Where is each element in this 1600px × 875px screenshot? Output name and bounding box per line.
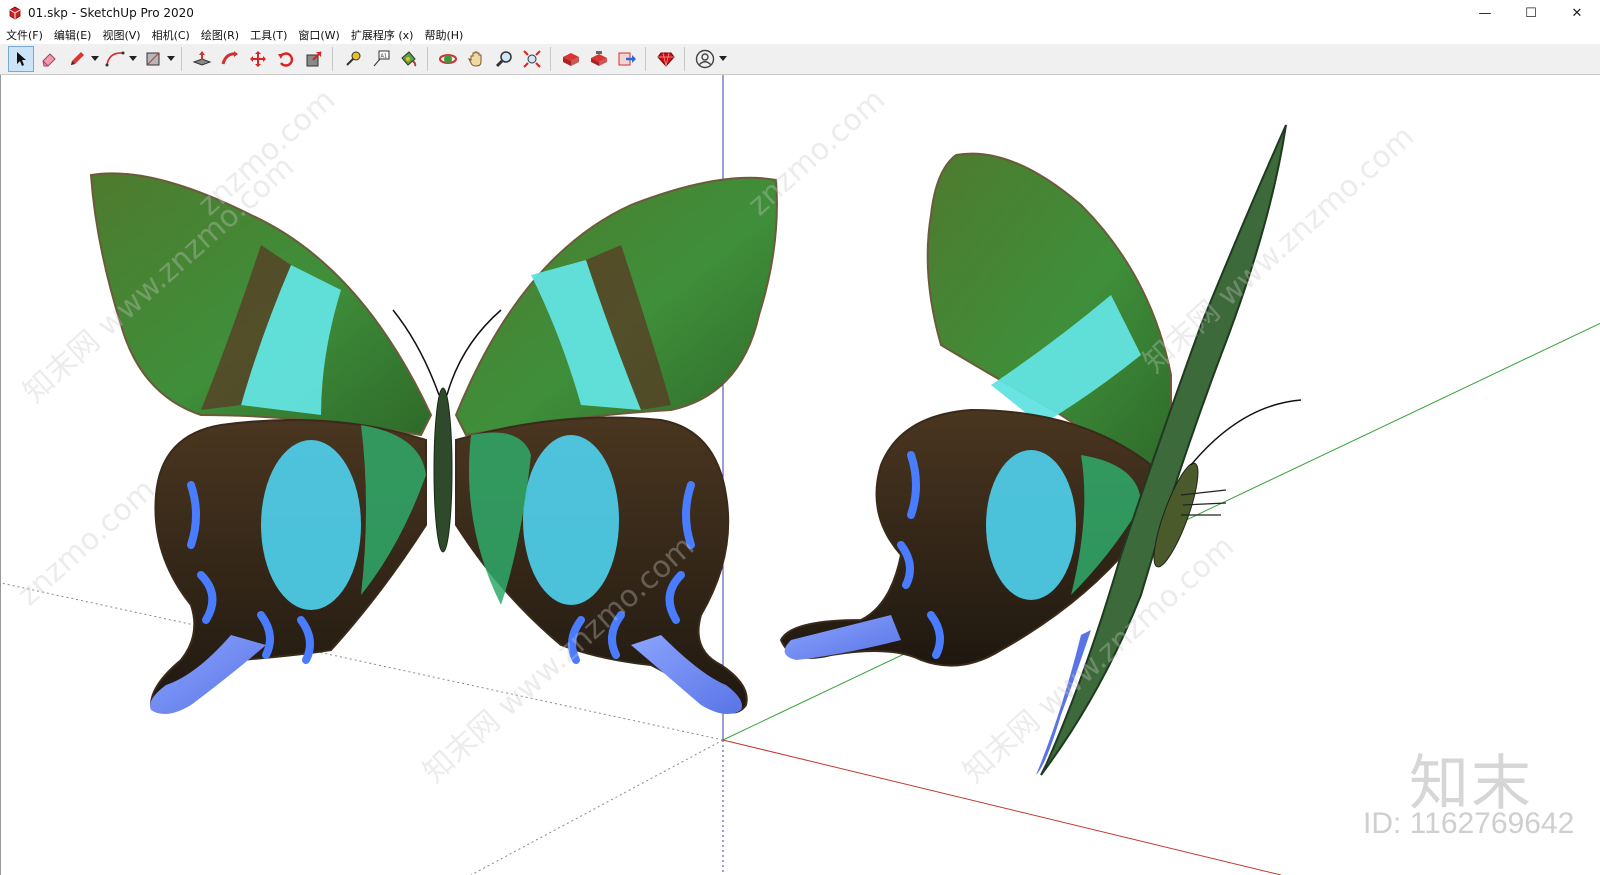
text-tool-button[interactable]: A1 [368,46,394,72]
rectangle-dropdown[interactable] [166,46,176,72]
text-icon: A1 [373,50,390,67]
menu-tools[interactable]: 工具(T) [244,27,292,43]
select-icon [17,52,26,66]
chevron-down-icon [91,56,99,61]
zoom-extents-icon [523,50,541,68]
modeling-viewport[interactable]: 知末网 www.znzmo.com znzmo.com 知末网 www.znzm… [0,75,1600,875]
account-icon [695,49,715,69]
orbit-tool-button[interactable] [435,46,461,72]
toolbar-divider [427,47,428,71]
title-bar: 01.skp - SketchUp Pro 2020 — ☐ ✕ [0,0,1600,26]
select-tool-button[interactable] [8,46,34,72]
3d-warehouse-button[interactable] [558,46,584,72]
zoom-extents-tool-button[interactable] [519,46,545,72]
menu-file[interactable]: 文件(F) [0,27,48,43]
rectangle-icon [146,52,160,66]
send-to-layout-icon [618,52,636,66]
orbit-icon [439,54,457,64]
follow-me-tool-button[interactable] [217,46,243,72]
pencil-tool-button[interactable] [64,46,90,72]
paint-bucket-icon [401,51,417,67]
push-pull-tool-button[interactable] [189,46,215,72]
move-tool-button[interactable] [245,46,271,72]
toolbar-divider [181,47,182,71]
menu-edit[interactable]: 编辑(E) [48,27,97,43]
pencil-icon [71,52,84,65]
watermark-id: ID: 1162769642 [1363,807,1575,840]
rotate-tool-button[interactable] [273,46,299,72]
zoom-tool-button[interactable] [491,46,517,72]
menu-extensions[interactable]: 扩展程序 (x) [345,27,419,43]
send-to-layout-button[interactable] [614,46,640,72]
account-dropdown[interactable] [718,46,728,72]
account-button[interactable] [692,46,718,72]
3d-warehouse-icon [563,53,579,66]
extension-warehouse-icon [591,51,607,66]
pencil-dropdown[interactable] [90,46,100,72]
arc-tool-button[interactable] [102,46,128,72]
close-button[interactable]: ✕ [1554,0,1600,26]
ruby-console-icon [657,52,675,67]
zoom-icon [495,51,512,68]
main-toolbar: A1 [0,44,1600,75]
side-hindwing-blue-patch [986,450,1076,600]
menu-bar: 文件(F) 编辑(E) 视图(V) 相机(C) 绘图(R) 工具(T) 窗口(W… [0,26,1600,44]
window-title: 01.skp - SketchUp Pro 2020 [28,6,194,20]
menu-view[interactable]: 视图(V) [96,27,145,43]
tape-measure-tool-button[interactable] [340,46,366,72]
menu-camera[interactable]: 相机(C) [146,27,195,43]
right-hindwing-blue-patch [523,435,619,605]
extension-warehouse-button[interactable] [586,46,612,72]
paint-bucket-tool-button[interactable] [396,46,422,72]
maximize-button[interactable]: ☐ [1508,0,1554,26]
toolbar-divider [550,47,551,71]
push-pull-icon [192,51,212,66]
sketchup-app-icon [9,6,21,20]
eraser-tool-button[interactable] [36,46,62,72]
scale-tool-button[interactable] [301,46,327,72]
menu-help[interactable]: 帮助(H) [418,27,468,43]
minimize-button[interactable]: — [1462,0,1508,26]
eraser-icon [42,53,56,67]
move-icon [250,51,266,67]
chevron-down-icon [167,56,175,61]
tape-measure-icon [346,51,361,66]
toolbar-divider [645,47,646,71]
pan-tool-button[interactable] [463,46,489,72]
menu-window[interactable]: 窗口(W) [292,27,344,43]
ruby-console-button[interactable] [653,46,679,72]
left-hindwing-blue-patch [261,440,361,610]
chevron-down-icon [129,56,137,61]
svg-text:A1: A1 [381,54,388,60]
toolbar-divider [332,47,333,71]
follow-me-icon [221,51,238,65]
scale-icon [306,51,322,67]
chevron-down-icon [719,56,727,61]
rotate-icon [278,52,293,67]
pan-icon [467,51,482,67]
arc-icon [105,51,125,67]
menu-draw[interactable]: 绘图(R) [195,27,244,43]
toolbar-divider [684,47,685,71]
side-antenna [1190,399,1302,466]
butterfly-body [433,387,453,553]
arc-dropdown[interactable] [128,46,138,72]
rectangle-tool-button[interactable] [140,46,166,72]
